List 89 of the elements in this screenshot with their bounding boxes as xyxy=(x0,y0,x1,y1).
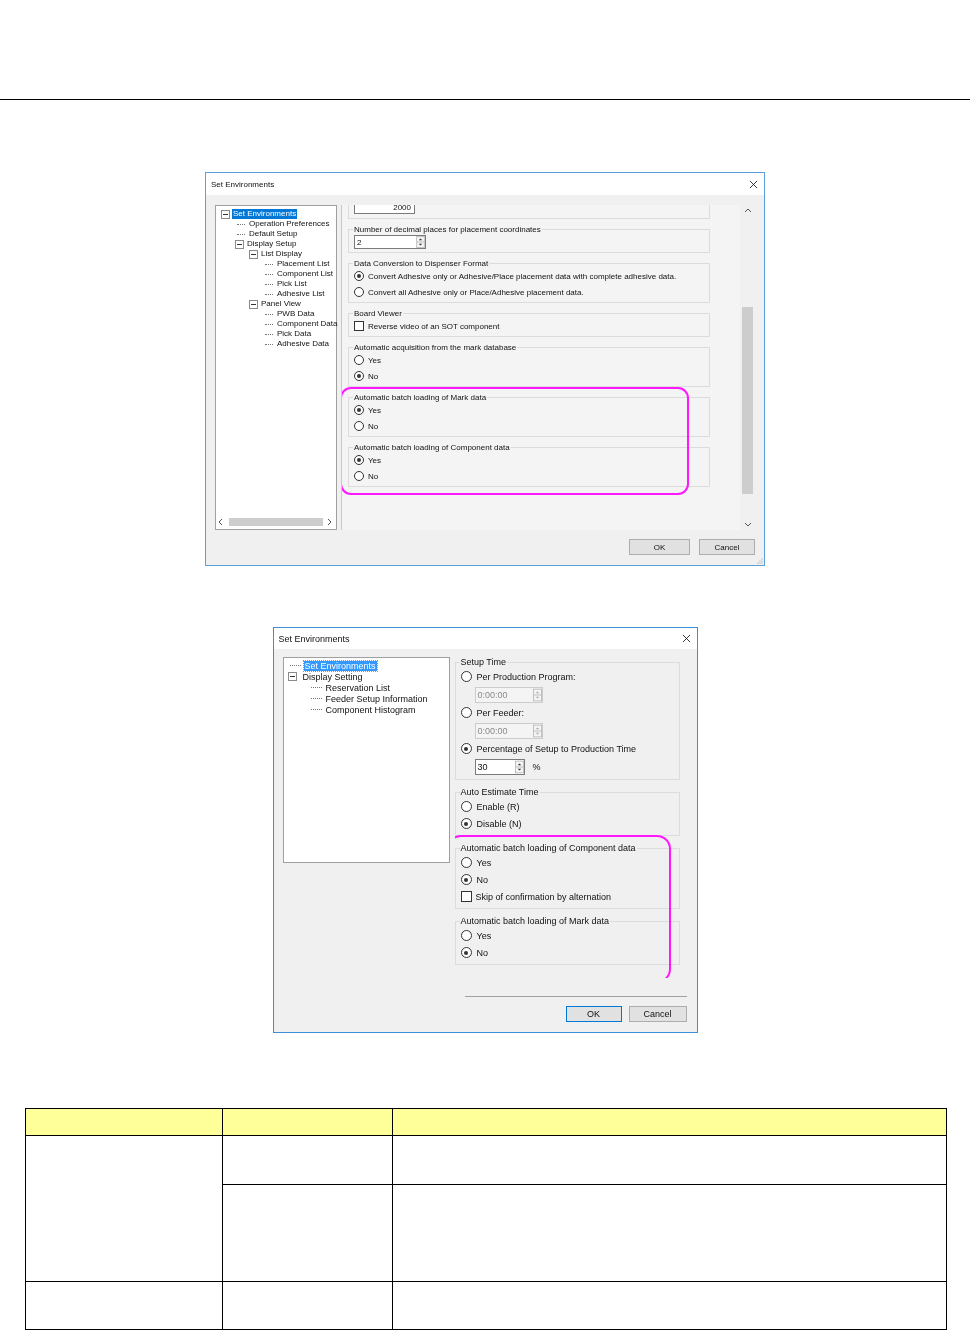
collapse-icon[interactable] xyxy=(249,249,258,259)
radio-button[interactable]: No xyxy=(354,468,704,484)
tree-item[interactable]: Default Setup xyxy=(248,229,299,239)
group-title: Automatic batch loading of Component data xyxy=(459,843,637,854)
radio-button[interactable]: No xyxy=(460,871,674,888)
radio-circle-icon[interactable] xyxy=(354,371,364,381)
spin-arrows-icon[interactable] xyxy=(416,236,425,248)
radio-circle-icon[interactable] xyxy=(354,421,364,431)
group-title: Automatic batch loading of Mark data xyxy=(459,916,611,927)
radio-button[interactable]: Yes xyxy=(460,927,674,944)
close-icon[interactable] xyxy=(681,634,691,643)
scroll-left-icon[interactable] xyxy=(217,518,225,526)
tree-item[interactable]: Reservation List xyxy=(324,682,392,693)
radio-circle-icon[interactable] xyxy=(460,818,472,829)
tree-item[interactable]: Placement List xyxy=(276,259,331,269)
radio-button[interactable]: Disable (N) xyxy=(460,815,674,832)
group-title: Setup Time xyxy=(459,657,508,668)
tree-item[interactable]: Adhesive Data xyxy=(276,339,331,349)
spin-field[interactable]: 30 xyxy=(474,758,525,775)
window-title: Set Environments xyxy=(278,633,350,644)
radio-circle-icon[interactable] xyxy=(354,287,364,297)
scrollbar-thumb[interactable] xyxy=(742,307,753,494)
tree-item[interactable]: Pick List xyxy=(276,279,308,289)
checkbox[interactable]: Reverse video of an SOT component xyxy=(354,318,704,334)
radio-button[interactable]: Enable (R) xyxy=(460,798,674,815)
scroll-down-icon[interactable] xyxy=(743,520,752,528)
tree-item[interactable]: Adhesive List xyxy=(276,289,326,299)
checkbox[interactable]: Skip of confirmation by alternation xyxy=(460,888,674,905)
dialog-button[interactable]: OK xyxy=(565,1006,622,1022)
group-title: Automatic batch loading of Component data xyxy=(353,443,511,452)
group-title: Board Viewer xyxy=(353,309,403,318)
radio-button[interactable]: Per Feeder: xyxy=(460,704,674,721)
unit-label: % xyxy=(532,761,541,772)
radio-circle-icon[interactable] xyxy=(460,857,472,868)
scroll-right-icon[interactable] xyxy=(325,518,333,526)
radio-circle-icon[interactable] xyxy=(460,707,472,718)
radio-circle-icon[interactable] xyxy=(354,405,364,415)
tree-item[interactable]: List Display xyxy=(260,249,303,259)
radio-button[interactable]: No xyxy=(354,418,704,434)
tree-item[interactable]: Feeder Setup Information xyxy=(324,693,429,704)
radio-circle-icon[interactable] xyxy=(354,355,364,365)
scroll-up-icon[interactable] xyxy=(743,207,752,215)
spin-arrows-icon[interactable] xyxy=(514,759,524,774)
tree-item[interactable]: Display Setting xyxy=(301,671,364,682)
dialog-button[interactable]: OK xyxy=(629,539,690,555)
radio-circle-icon[interactable] xyxy=(354,271,364,281)
group-title: Auto Estimate Time xyxy=(459,787,540,798)
radio-button[interactable]: Yes xyxy=(354,352,704,368)
radio-button[interactable]: Per Production Program: xyxy=(460,668,674,685)
group-title: Automatic acquisition from the mark database xyxy=(353,343,518,352)
tree-item[interactable]: Component List xyxy=(276,269,335,279)
radio-button[interactable]: No xyxy=(460,944,674,961)
collapse-icon[interactable] xyxy=(287,672,297,681)
tree-item[interactable]: Panel View xyxy=(260,299,302,309)
group-title: Data Conversion to Dispenser Format xyxy=(353,259,490,268)
dialog-button[interactable]: Cancel xyxy=(628,1006,687,1022)
group-title: Number of decimal places for placement coordinates xyxy=(353,225,542,234)
collapse-icon[interactable] xyxy=(221,209,230,219)
radio-circle-icon[interactable] xyxy=(460,743,472,754)
radio-circle-icon[interactable] xyxy=(460,671,472,682)
radio-button[interactable]: Yes xyxy=(460,854,674,871)
collapse-icon[interactable] xyxy=(235,239,244,249)
radio-button[interactable]: No xyxy=(354,368,704,384)
radio-circle-icon[interactable] xyxy=(354,455,364,465)
radio-circle-icon[interactable] xyxy=(460,930,472,941)
scrollbar-thumb[interactable] xyxy=(229,518,323,526)
radio-button[interactable]: Convert Adhesive only or Adhesive/Place placement data with complete adhesive data. xyxy=(354,268,704,284)
tree-item[interactable]: Set Environments xyxy=(232,209,298,219)
window-title: Set Environments xyxy=(211,179,275,189)
tree-item[interactable]: Component Histogram xyxy=(324,704,417,715)
tree-item[interactable]: Component Data xyxy=(276,319,339,329)
radio-circle-icon[interactable] xyxy=(460,801,472,812)
spin-field[interactable]: 2 xyxy=(354,235,426,249)
collapse-icon[interactable] xyxy=(249,299,258,309)
text-field[interactable]: 2000 xyxy=(354,205,415,214)
radio-button[interactable]: Percentage of Setup to Production Time xyxy=(460,740,674,757)
tree-item[interactable]: Display Setup xyxy=(246,239,298,249)
close-icon[interactable] xyxy=(749,179,758,189)
radio-button[interactable]: Yes xyxy=(354,402,704,418)
tree-item[interactable]: Operation Preferences xyxy=(248,219,331,229)
group-title: Automatic batch loading of Mark data xyxy=(353,393,488,402)
tree-item[interactable]: Pick Data xyxy=(276,329,313,339)
tree-item[interactable]: PWB Data xyxy=(276,309,316,319)
radio-circle-icon[interactable] xyxy=(460,874,472,885)
radio-circle-icon[interactable] xyxy=(354,471,364,481)
radio-button[interactable]: Convert all Adhesive only or Place/Adhesive placement data. xyxy=(354,284,704,300)
dialog-button[interactable]: Cancel xyxy=(699,539,755,555)
radio-circle-icon[interactable] xyxy=(460,947,472,958)
radio-button[interactable]: Yes xyxy=(354,452,704,468)
